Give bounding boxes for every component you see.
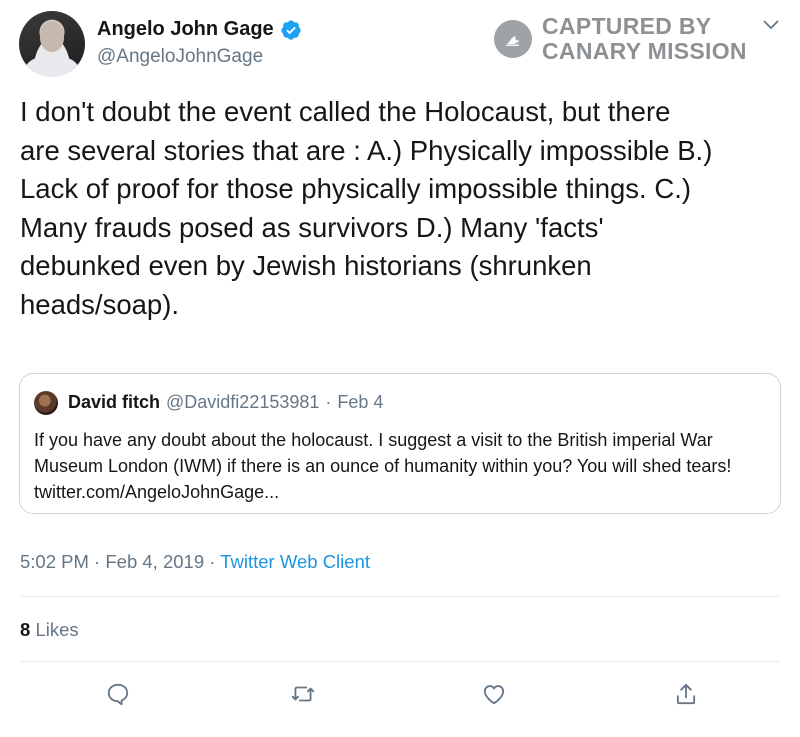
quoted-separator: ·: [325, 392, 332, 412]
divider: [20, 661, 780, 662]
timestamp-separator: ·: [94, 551, 101, 572]
quoted-author-name: David fitch: [68, 392, 161, 412]
watermark-text: CAPTURED BY CANARY MISSION: [542, 14, 747, 64]
tweet-client-link[interactable]: Twitter Web Client: [220, 551, 370, 572]
watermark-line2: CANARY MISSION: [542, 38, 747, 64]
watermark: CAPTURED BY CANARY MISSION: [494, 14, 747, 64]
timestamp-separator-2: ·: [209, 551, 216, 572]
tweet-timestamp: 5:02 PM · Feb 4, 2019 · Twitter Web Clie…: [20, 551, 370, 573]
tweet-text: I don't doubt the event called the Holoc…: [20, 96, 713, 320]
retweet-icon[interactable]: [289, 680, 317, 708]
reply-icon[interactable]: [104, 680, 132, 708]
tweet-time[interactable]: 5:02 PM: [20, 551, 89, 572]
avatar-face: [40, 22, 64, 52]
canary-logo-icon: [494, 20, 532, 58]
quoted-tweet-text: If you have any doubt about the holocaus…: [34, 430, 732, 502]
like-icon[interactable]: [480, 680, 508, 708]
likes-count: 8: [20, 619, 31, 640]
avatar-shirt: [25, 55, 79, 77]
quoted-author-handle: @Davidfi22153981: [166, 392, 320, 412]
likes-label: Likes: [35, 619, 79, 640]
tweet-date[interactable]: Feb 4, 2019: [105, 551, 204, 572]
quoted-tweet[interactable]: David fitch @Davidfi22153981 · Feb 4 If …: [19, 373, 781, 514]
chevron-down-icon[interactable]: [762, 18, 780, 32]
quoted-date: Feb 4: [337, 392, 384, 412]
quoted-tweet-header: David fitch @Davidfi22153981 · Feb 4: [68, 392, 383, 413]
share-icon[interactable]: [672, 680, 700, 708]
author-handle[interactable]: @AngeloJohnGage: [97, 46, 263, 68]
divider: [20, 596, 780, 597]
likes-stat[interactable]: 8 Likes: [20, 619, 79, 641]
quoted-author-avatar: [34, 391, 58, 415]
verified-badge-icon: [280, 19, 302, 41]
author-name[interactable]: Angelo John Gage: [97, 18, 302, 41]
author-avatar[interactable]: [19, 11, 85, 77]
watermark-line1: CAPTURED BY: [542, 13, 712, 39]
author-name-text: Angelo John Gage: [97, 18, 274, 40]
